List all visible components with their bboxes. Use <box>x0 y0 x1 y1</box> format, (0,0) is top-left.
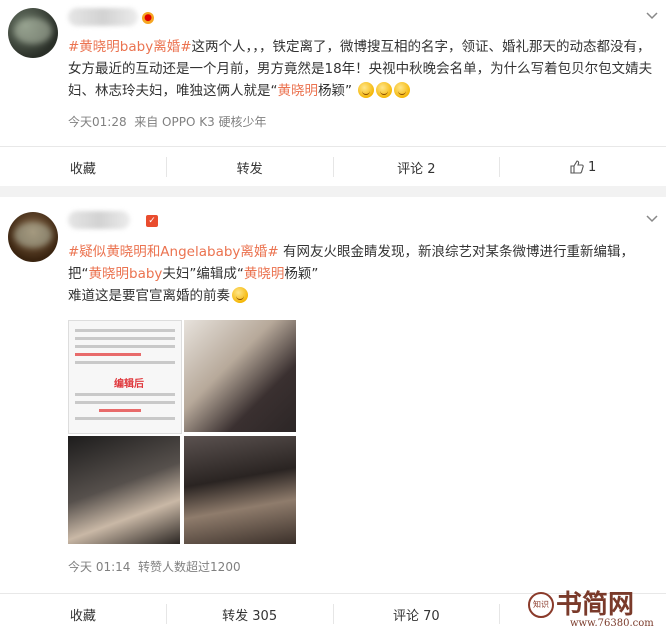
favorite-button[interactable]: 收藏 <box>0 595 166 633</box>
comment-button[interactable]: 评论 70 <box>334 595 500 633</box>
emoji-icon <box>376 82 393 98</box>
emoji-icon <box>358 82 375 98</box>
emoji-icon <box>394 82 411 98</box>
post-extra: 转赞人数超过1200 <box>138 560 241 574</box>
post-image-4[interactable] <box>184 436 296 544</box>
username-blurred[interactable] <box>68 211 130 229</box>
watermark-text: 书简网 <box>556 590 635 620</box>
post-meta: 今天01:28 来自 OPPO K3 硬核少年 <box>68 113 267 130</box>
avatar[interactable] <box>8 212 58 262</box>
post-time[interactable]: 今天01:28 <box>68 115 127 129</box>
post-time[interactable]: 今天 01:14 <box>68 560 130 574</box>
weibo-post-2: ✓ #疑似黄晓明和Angelababy离婚# 有网友火眼金睛发现，新浪综艺对某条… <box>0 197 666 635</box>
action-bar: 收藏 转发 评论 2 1 <box>0 148 666 186</box>
post-image-2[interactable] <box>184 320 296 432</box>
verified-badge-icon: ✓ <box>146 215 158 227</box>
watermark-seal: 知识 <box>528 592 554 618</box>
username-blurred[interactable] <box>68 8 138 26</box>
favorite-button[interactable]: 收藏 <box>0 148 166 186</box>
verified-badge-icon: ● <box>142 12 154 24</box>
post-image-3[interactable] <box>68 436 180 544</box>
post-meta: 今天 01:14 转赞人数超过1200 <box>68 558 241 575</box>
divider <box>0 146 666 147</box>
repost-button[interactable]: 转发 <box>167 148 333 186</box>
post-text: #黄晓明baby离婚#这两个人，，，铁定离了，微博搜互相的名字，领证、婚礼那天的… <box>68 39 653 99</box>
chevron-down-icon[interactable] <box>646 12 658 20</box>
post-image-1[interactable]: 编辑后 <box>68 320 182 434</box>
comment-button[interactable]: 评论 2 <box>334 148 500 186</box>
hashtag-link[interactable]: #疑似黄晓明和Angelababy离婚# <box>68 244 279 260</box>
post-text: #疑似黄晓明和Angelababy离婚# 有网友火眼金睛发现，新浪综艺对某条微博… <box>68 244 635 304</box>
avatar[interactable] <box>8 8 58 58</box>
hashtag-link[interactable]: #黄晓明baby离婚# <box>68 39 192 55</box>
watermark: 知识 书简网 www.76380.com <box>520 580 666 635</box>
chevron-down-icon[interactable] <box>646 215 658 223</box>
post-source: 来自 OPPO K3 硬核少年 <box>134 115 267 129</box>
watermark-url: www.76380.com <box>570 618 654 629</box>
like-button[interactable]: 1 <box>500 148 666 186</box>
emoji-icon <box>232 287 248 303</box>
thumbs-up-icon <box>570 160 584 174</box>
weibo-post-1: ● #黄晓明baby离婚#这两个人，，，铁定离了，微博搜互相的名字，领证、婚礼那… <box>0 0 666 186</box>
repost-button[interactable]: 转发 305 <box>167 595 333 633</box>
